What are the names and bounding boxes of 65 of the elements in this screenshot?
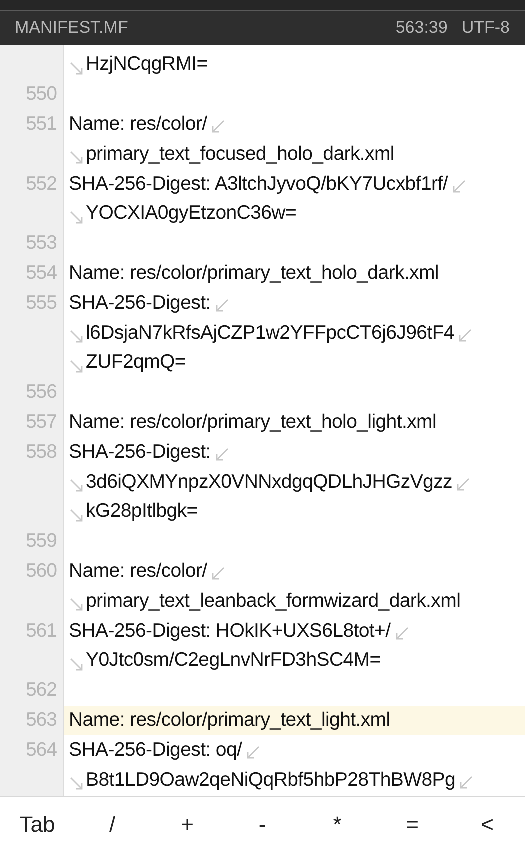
key-button[interactable]: =	[375, 797, 450, 852]
line-number: 562	[24, 679, 58, 702]
line-number: 560	[24, 560, 58, 583]
code-text: ZUF2qmQ=	[86, 351, 186, 374]
code-text: B8t1LD9Oaw2qeNiQqRbf5hbP28ThBW8Pg	[86, 768, 456, 792]
line-number: 556	[24, 381, 58, 404]
line-number: 553	[24, 232, 58, 256]
wrap-arrow-icon	[214, 447, 230, 464]
code-text: HzjNCqgRMI=	[86, 53, 208, 76]
key-button[interactable]: *	[300, 797, 375, 852]
continuation-arrow-icon	[69, 478, 85, 494]
wrap-arrow-icon	[394, 626, 410, 642]
line-number: 557	[24, 410, 58, 434]
code-text: Name: res/color/	[69, 112, 208, 136]
wrap-arrow-icon	[458, 775, 474, 792]
key-button[interactable]: Tab	[0, 797, 75, 852]
code-text: l6DsjaN7kRfsAjCZP1w2YFFpcCT6j6J96tF4	[86, 322, 454, 345]
line-number: 552	[24, 172, 58, 196]
wrap-arrow-icon	[450, 179, 467, 196]
wrap-arrow-icon	[455, 477, 472, 494]
key-button[interactable]: <	[450, 797, 525, 852]
wrap-arrow-icon	[214, 298, 230, 314]
continuation-arrow-icon	[69, 358, 85, 375]
cursor-position: 563:39	[396, 18, 448, 38]
code-text: SHA-256-Digest: HOkIK+UXS6L8tot+/	[69, 620, 391, 643]
continuation-arrow-icon	[69, 150, 85, 166]
wrap-arrow-icon	[210, 566, 226, 582]
line-number: 561	[24, 620, 58, 643]
line-number: 550	[24, 83, 58, 106]
continuation-arrow-icon	[69, 597, 85, 614]
key-button[interactable]: /	[75, 797, 150, 852]
line-number: 558	[24, 440, 58, 464]
key-button[interactable]: +	[150, 797, 225, 852]
wrap-arrow-icon	[210, 119, 226, 136]
code-text: Name: res/color/primary_text_holo_light.xml	[69, 410, 436, 434]
code-text: Name: res/color/	[69, 560, 208, 583]
code-text: SHA-256-Digest: A3ltchJyvoQ/bKY7Ucxbf1rf/	[69, 172, 448, 196]
code-text: SHA-256-Digest: oq/	[69, 738, 242, 762]
key-button[interactable]: -	[225, 797, 300, 852]
line-number: 559	[24, 530, 58, 554]
code-text: primary_text_leanback_formwizard_dark.xml	[86, 590, 461, 613]
line-number: 564	[24, 738, 58, 762]
code-text: Y0Jtc0sm/C2egLnvNrFD3hSC4M=	[86, 649, 381, 672]
continuation-arrow-icon	[69, 656, 85, 673]
line-number: 555	[24, 292, 58, 315]
continuation-arrow-icon	[69, 508, 85, 524]
file-name: MANIFEST.MF	[15, 18, 130, 38]
wrap-arrow-icon	[457, 328, 474, 344]
continuation-arrow-icon	[69, 329, 85, 346]
code-text: 3d6iQXMYnpzX0VNNxdgqQDLhJHGzVgzz	[86, 470, 452, 494]
code-text: SHA-256-Digest:	[69, 440, 211, 464]
code-text: Name: res/color/primary_text_holo_dark.xml	[69, 262, 439, 285]
line-number: 563	[24, 708, 58, 732]
continuation-arrow-icon	[69, 210, 85, 226]
code-text: YOCXIA0gyEtzonC36w=	[86, 202, 297, 226]
wrap-arrow-icon	[245, 745, 262, 762]
line-number: 551	[24, 112, 58, 136]
continuation-arrow-icon	[69, 776, 85, 792]
code-text: SHA-256-Digest:	[69, 292, 211, 315]
encoding-label: UTF-8	[462, 18, 510, 38]
continuation-arrow-icon	[69, 60, 85, 77]
code-text: primary_text_focused_holo_dark.xml	[86, 142, 394, 166]
line-number: 554	[24, 262, 58, 285]
code-text: Name: res/color/primary_text_light.xml	[69, 708, 390, 732]
code-text: kG28pItlbgk=	[86, 500, 198, 524]
